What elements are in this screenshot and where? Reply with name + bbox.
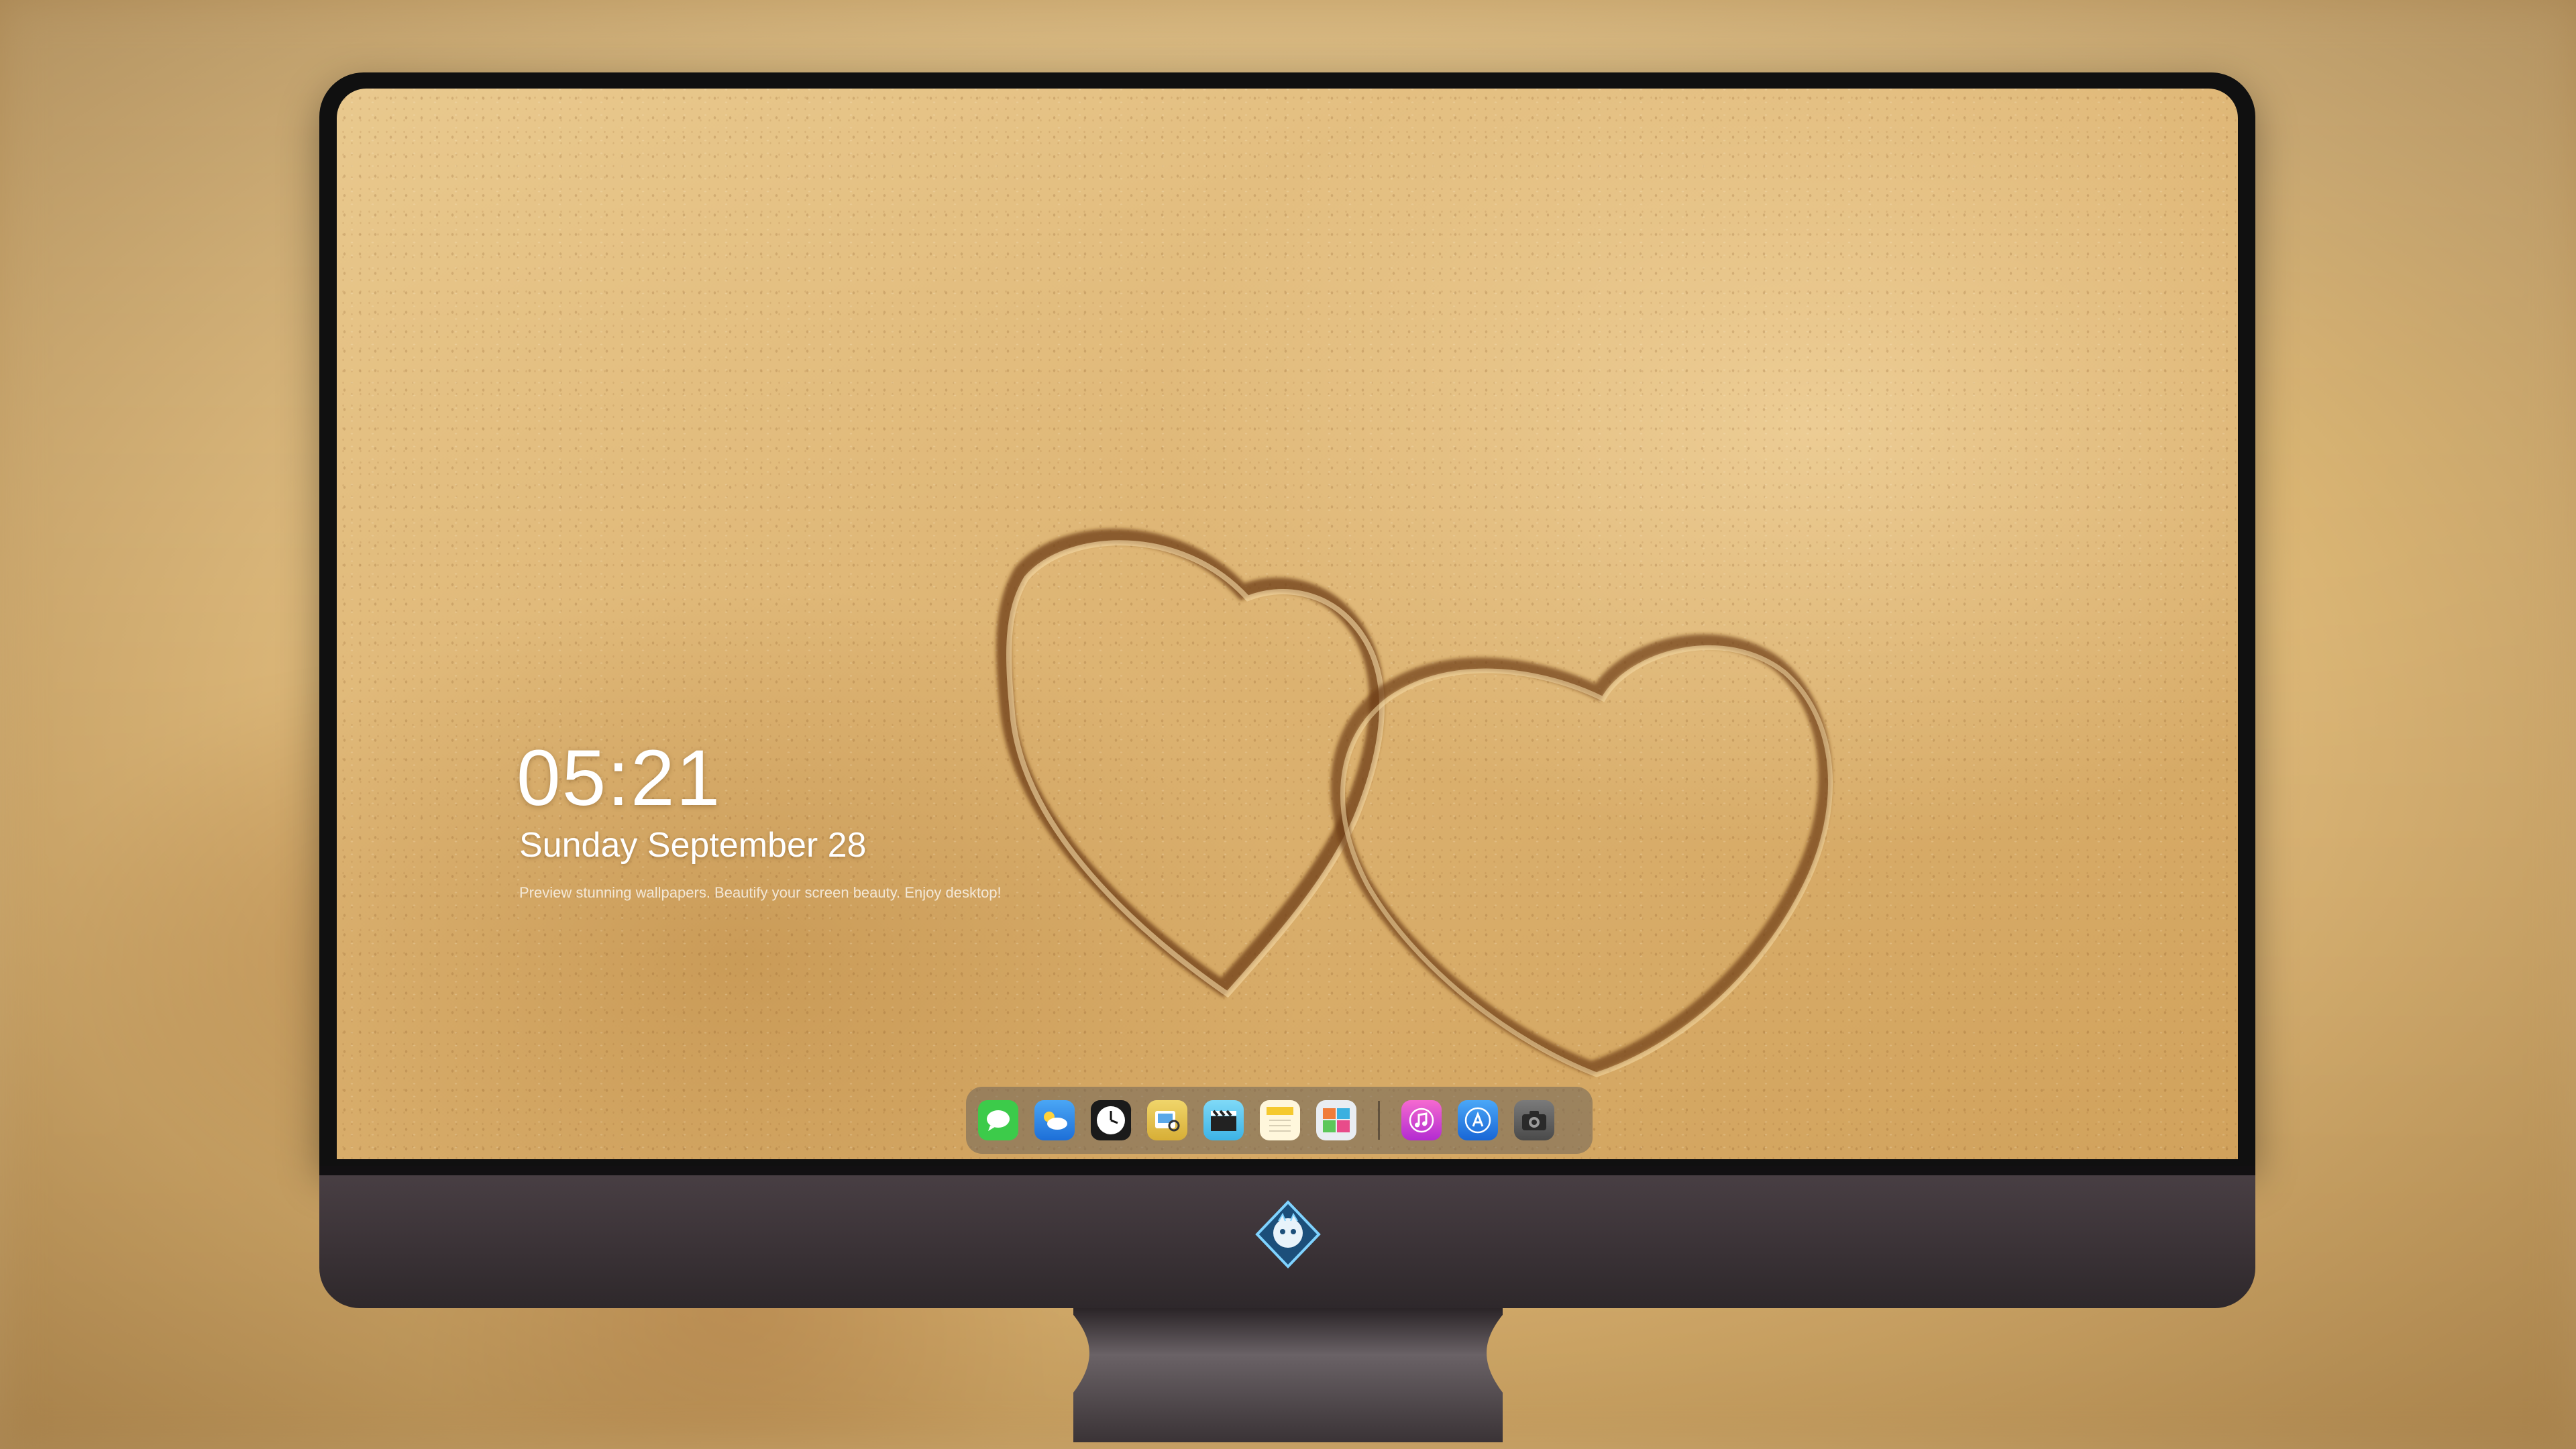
dock-separator bbox=[1378, 1101, 1380, 1140]
mascot-logo-icon bbox=[1255, 1200, 1321, 1269]
monitor: 05:21 Sunday September 28 Preview stunni… bbox=[319, 72, 2255, 1308]
clapperboard-icon bbox=[1211, 1110, 1236, 1131]
monitor-bezel: 05:21 Sunday September 28 Preview stunni… bbox=[319, 72, 2255, 1166]
right-heart-outline bbox=[1330, 634, 1832, 1075]
sand-hearts-wallpaper bbox=[996, 529, 1833, 1077]
lockscreen-tagline: Preview stunning wallpapers. Beautify yo… bbox=[519, 884, 1002, 901]
cloud-sun-icon bbox=[1044, 1112, 1067, 1130]
left-heart-outline bbox=[996, 529, 1384, 998]
preview-app-icon[interactable] bbox=[1147, 1100, 1187, 1140]
clips-app-icon[interactable] bbox=[1203, 1100, 1244, 1140]
monitor-stand bbox=[1073, 1308, 1503, 1442]
lockscreen-clock: 05:21 bbox=[517, 734, 722, 822]
chin-divider bbox=[319, 1166, 2255, 1175]
music-app-icon[interactable] bbox=[1401, 1100, 1442, 1140]
desktop-screen: 05:21 Sunday September 28 Preview stunni… bbox=[337, 89, 2238, 1159]
preview-icon bbox=[1155, 1111, 1180, 1132]
clock-icon bbox=[1097, 1106, 1125, 1134]
notes-icon bbox=[1267, 1107, 1293, 1132]
notes-app-icon[interactable] bbox=[1260, 1100, 1300, 1140]
dock bbox=[966, 1087, 1593, 1154]
app-store-app-icon[interactable] bbox=[1458, 1100, 1498, 1140]
clock-app-icon[interactable] bbox=[1091, 1100, 1131, 1140]
camera-icon bbox=[1522, 1111, 1546, 1130]
lockscreen-date: Sunday September 28 bbox=[519, 826, 867, 865]
camera-app-icon[interactable] bbox=[1514, 1100, 1554, 1140]
app-store-icon bbox=[1464, 1107, 1491, 1134]
music-note-icon bbox=[1409, 1108, 1434, 1133]
messages-icon[interactable] bbox=[978, 1100, 1018, 1140]
photo-collage-icon bbox=[1323, 1108, 1350, 1132]
message-bubble-icon bbox=[987, 1110, 1010, 1131]
photos-app-icon[interactable] bbox=[1316, 1100, 1356, 1140]
weather-icon[interactable] bbox=[1034, 1100, 1075, 1140]
